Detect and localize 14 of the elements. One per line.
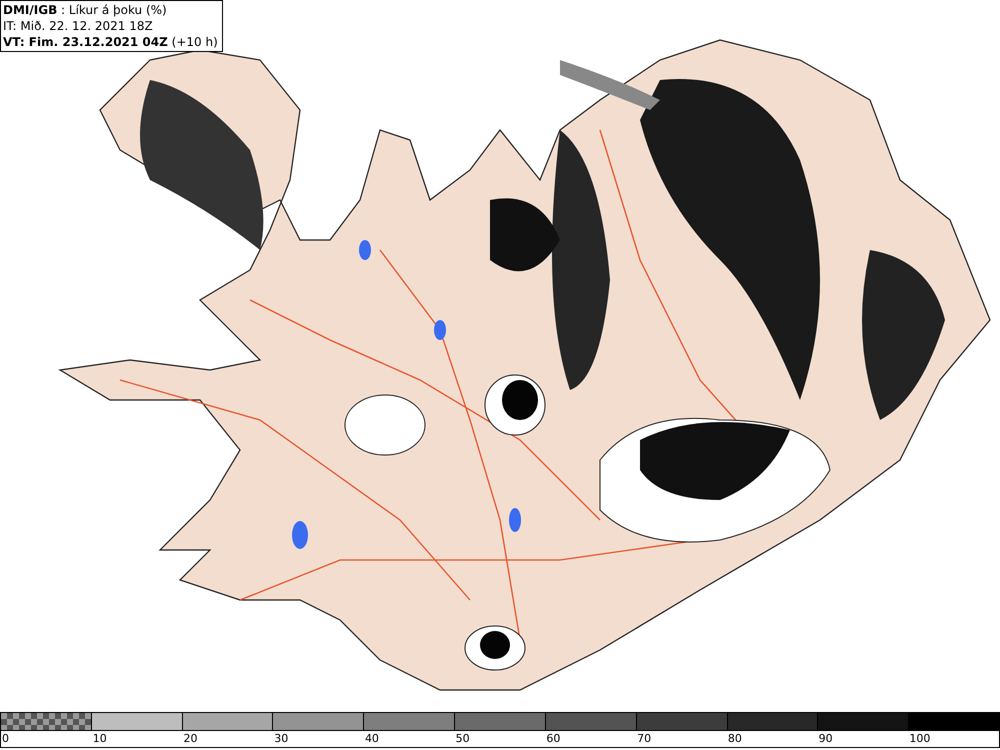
legend-tick-label: 70 [637,732,652,745]
legend-tick-label: 60 [546,732,560,745]
info-line: VT: Fim. 23.12.2021 04Z (+10 h) [3,34,218,50]
info-line: IT: Mið. 22. 12. 2021 18Z [3,18,154,34]
info-line: DMI/IGB : Líkur á þoku (%) [3,2,168,18]
legend-tick-label: 30 [274,732,288,745]
legend-tick-label: 20 [183,732,198,745]
legend-tick-label: 100 [909,732,930,745]
legend-tick-label: 10 [92,732,107,745]
legend-tick-label: 50 [456,732,470,745]
legend-tick-label: 0 [2,732,9,745]
legend-tick-label: 90 [818,732,833,745]
legend-tick-label: 40 [364,732,379,745]
legend-tick-label: 80 [728,732,742,745]
